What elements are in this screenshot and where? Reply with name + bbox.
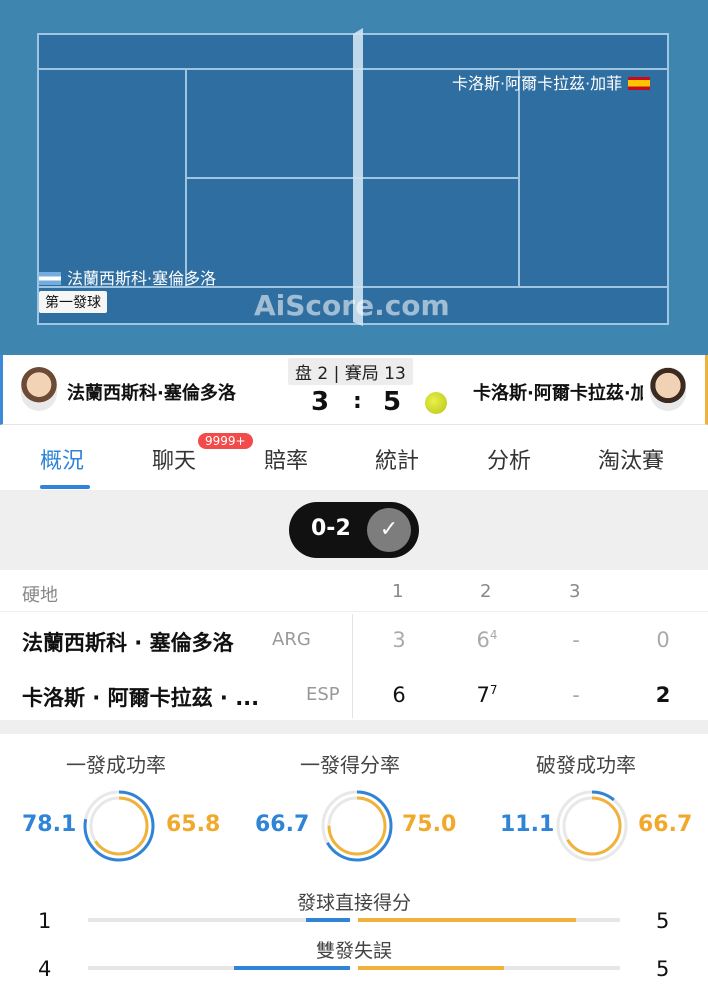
chat-count-badge: 9999+ [198,433,253,449]
right-games-score: 5 [383,387,402,417]
stat-title: 破發成功率 [536,753,636,777]
set-score: 6 [392,683,406,707]
tab-chat[interactable]: 聊天 [152,443,196,475]
set-header-1: 1 [392,581,404,602]
stat-left-value: 66.7 [255,812,310,837]
bar-fill-left [306,918,350,922]
ring-chart [83,790,155,862]
left-games-score: 3 [311,387,330,417]
set-header-3: 3 [569,581,581,602]
court-top-player: 卡洛斯·阿爾卡拉茲·加菲 [452,70,651,94]
argentina-flag-icon [39,272,61,285]
serve-badge: 第一發球 [39,291,107,313]
stat-title: 一發成功率 [66,753,166,777]
score-header: 法蘭西斯科·塞倫多洛 盘 2 | 賽局 13 3 : 5 卡洛斯·阿爾卡拉茲·加… [0,355,708,425]
watermark-logo: AiScore.com [254,289,450,322]
set-score: - [572,683,580,707]
sets-score: 0-2 [311,516,351,541]
tab-stats[interactable]: 統計 [375,443,419,475]
stats-panel: 一發成功率 一發得分率 破發成功率 78.1 65.8 66.7 75.0 11… [0,734,708,1000]
active-tab-indicator [40,485,90,489]
check-icon[interactable]: ✓ [367,508,411,552]
stat-right-value: 66.7 [638,812,693,837]
tiebreak-score: 7 [489,683,498,697]
right-player-name[interactable]: 卡洛斯·阿爾卡拉茲·加菲 [473,379,643,405]
stat-right-value: 5 [656,909,670,933]
divider [352,614,353,718]
tab-overview[interactable]: 概況 [40,443,84,475]
set-score: 64 [472,628,502,652]
set-score-value: 6 [476,628,490,652]
court-bottom-player: 法蘭西斯科·塞倫多洛 [39,265,216,289]
ring-arc-left-track [556,790,628,862]
set-game-indicator: 盘 2 | 賽局 13 [288,358,413,385]
stat-left-value: 78.1 [22,812,77,837]
tennis-court: 卡洛斯·阿爾卡拉茲·加菲 法蘭西斯科·塞倫多洛 第一發球 AiScore.com [0,0,708,355]
set-score-value: 7 [476,683,490,707]
stat-right-value: 75.0 [402,812,457,837]
stat-left-value: 4 [38,957,52,981]
stat-title: 雙發失誤 [315,940,392,962]
avatar[interactable] [650,367,686,411]
tab-odds[interactable]: 賠率 [264,443,308,475]
stat-title: 發球直接得分 [296,892,411,914]
table-row-player-name: 法蘭西斯科 · 塞倫多洛 [22,631,234,655]
score-table: 硬地 1 2 3 法蘭西斯科 · 塞倫多洛 ARG 3 64 - 0 卡洛斯 ·… [0,570,708,720]
set-header-2: 2 [480,581,492,602]
stat-right-value: 5 [656,957,670,981]
tab-knockout[interactable]: 淘汰賽 [598,443,664,475]
set-score: - [572,628,580,652]
bar-fill-right [358,918,577,922]
total-sets: 0 [656,628,670,652]
tiebreak-score: 4 [489,628,498,642]
stat-left-value: 11.1 [500,812,555,837]
country-code: ARG [272,629,311,650]
court-bottom-player-name: 法蘭西斯科·塞倫多洛 [67,269,217,288]
tab-bar: 概況 聊天 9999+ 賠率 統計 分析 淘汰賽 [0,425,708,491]
country-code: ESP [306,684,340,705]
bar-fill-right [358,966,504,970]
divider [0,611,708,612]
score-separator: : [353,389,362,414]
surface-label: 硬地 [22,585,58,606]
ring-chart [321,790,393,862]
bar-fill-left [233,966,350,970]
sets-toggle[interactable]: 0-2 ✓ [289,502,419,558]
tennis-ball-icon [425,392,447,414]
stat-title: 一發得分率 [300,753,400,777]
avatar[interactable] [21,367,57,411]
sets-summary-bar: 0-2 ✓ [0,491,708,570]
tab-analysis[interactable]: 分析 [487,443,531,475]
court-top-player-name: 卡洛斯·阿爾卡拉茲·加菲 [452,74,623,93]
ring-chart [556,790,628,862]
left-player-name[interactable]: 法蘭西斯科·塞倫多洛 [67,379,241,405]
section-gap [0,720,708,734]
set-score: 77 [472,683,502,707]
table-row-player-name: 卡洛斯 · 阿爾卡拉茲 · ... [22,686,260,710]
stat-left-value: 1 [38,909,52,933]
spain-flag-icon [628,77,651,90]
total-sets: 2 [655,683,671,707]
stat-right-value: 65.8 [166,812,221,837]
set-score: 3 [392,628,406,652]
